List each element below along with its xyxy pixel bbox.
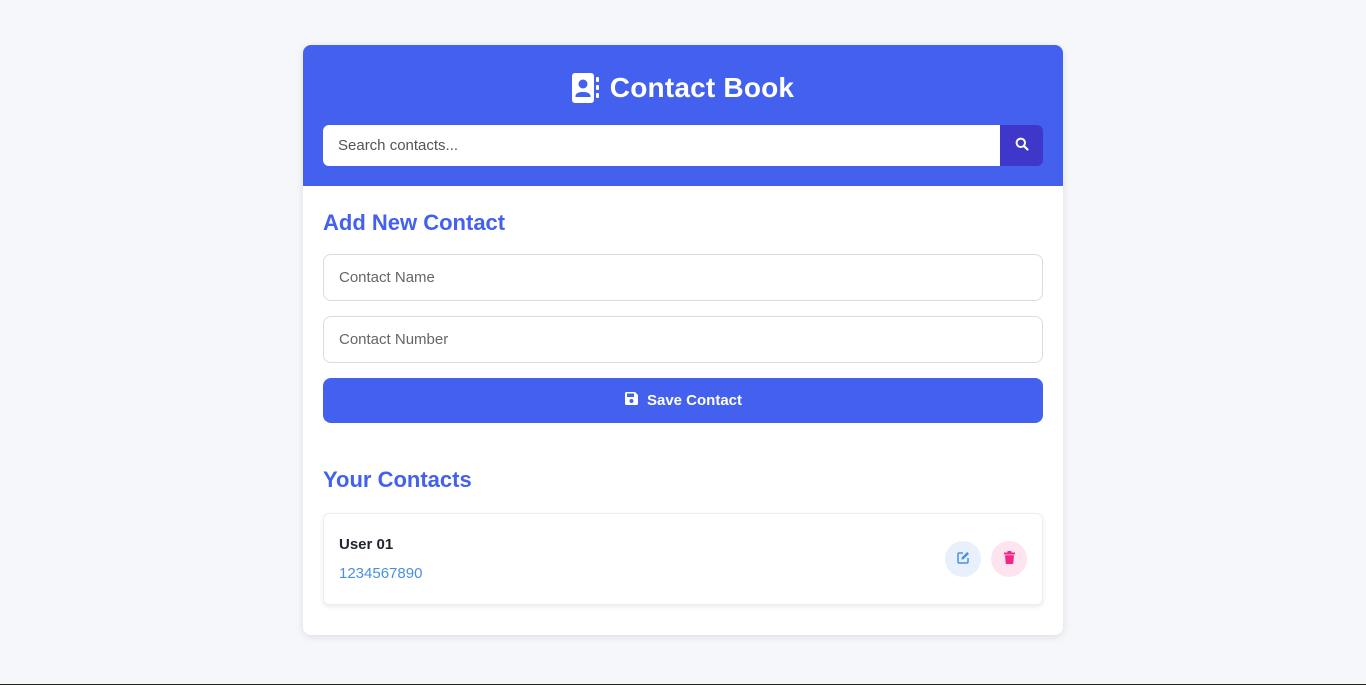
edit-contact-button[interactable] (945, 541, 981, 577)
card-body: Add New Contact Save Contact Your Contac… (303, 186, 1063, 635)
save-contact-label: Save Contact (646, 392, 743, 409)
search-icon (1015, 137, 1029, 154)
search-input[interactable] (323, 125, 1000, 166)
page-title: Contact Book (609, 72, 795, 103)
search-bar (323, 125, 1043, 166)
your-contacts-heading: Your Contacts (323, 467, 472, 492)
add-contact-heading: Add New Contact (323, 210, 506, 235)
address-book-icon (571, 73, 600, 103)
contact-info: User 01 1234567890 (339, 536, 422, 582)
contact-number: 1234567890 (339, 565, 423, 582)
contact-name-field[interactable] (323, 254, 1043, 301)
contact-list-item: User 01 1234567890 (323, 513, 1043, 605)
delete-contact-button[interactable] (991, 541, 1027, 577)
edit-icon (956, 551, 970, 567)
header: Contact Book (303, 45, 1063, 186)
contact-book-card: Contact Book Add New Contact (303, 45, 1063, 635)
floppy-disk-icon (624, 391, 639, 410)
contact-actions (945, 541, 1027, 577)
search-button[interactable] (1000, 125, 1043, 166)
trash-icon (1003, 551, 1015, 567)
contact-name: User 01 (339, 536, 394, 553)
save-contact-button[interactable]: Save Contact (323, 378, 1043, 423)
title-row: Contact Book (303, 72, 1063, 104)
contact-number-field[interactable] (323, 316, 1043, 363)
